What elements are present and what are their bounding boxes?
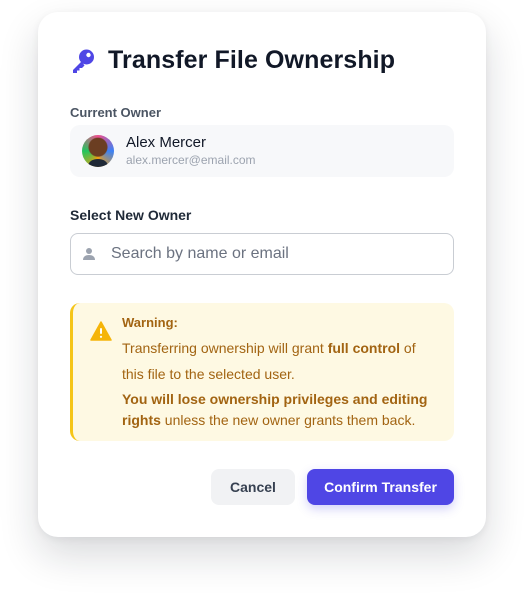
current-owner-card: Alex Mercer alex.mercer@email.com: [70, 125, 454, 177]
select-new-owner-label: Select New Owner: [70, 207, 192, 223]
warning-icon: [90, 321, 112, 341]
warning-line-2: this file to the selected user.: [122, 366, 295, 382]
warning-line-1: Transferring ownership will grant full c…: [122, 340, 416, 356]
warning-emphasis: full control: [327, 340, 401, 356]
search-field[interactable]: [70, 233, 454, 275]
search-input[interactable]: [111, 245, 441, 263]
key-icon: [70, 48, 96, 74]
current-owner-label: Current Owner: [70, 105, 162, 120]
owner-email: alex.mercer@email.com: [126, 153, 256, 167]
avatar: [82, 135, 114, 167]
owner-name: Alex Mercer: [126, 134, 207, 151]
warning-title: Warning:: [122, 315, 178, 330]
transfer-ownership-dialog: Transfer File Ownership Current Owner Al…: [38, 12, 486, 537]
warning-tail: unless the new owner grants them back.: [160, 412, 416, 428]
warning-text: Warning: Transferring ownership will gra…: [122, 315, 447, 431]
user-icon: [82, 247, 96, 261]
confirm-transfer-button[interactable]: Confirm Transfer: [307, 469, 454, 505]
dialog-header: Transfer File Ownership: [70, 46, 395, 75]
dialog-title: Transfer File Ownership: [108, 46, 396, 74]
warning-strong: You will lose ownership privileges and e…: [122, 391, 428, 428]
cancel-button[interactable]: Cancel: [211, 469, 295, 505]
warning-box: Warning: Transferring ownership will gra…: [70, 303, 454, 441]
